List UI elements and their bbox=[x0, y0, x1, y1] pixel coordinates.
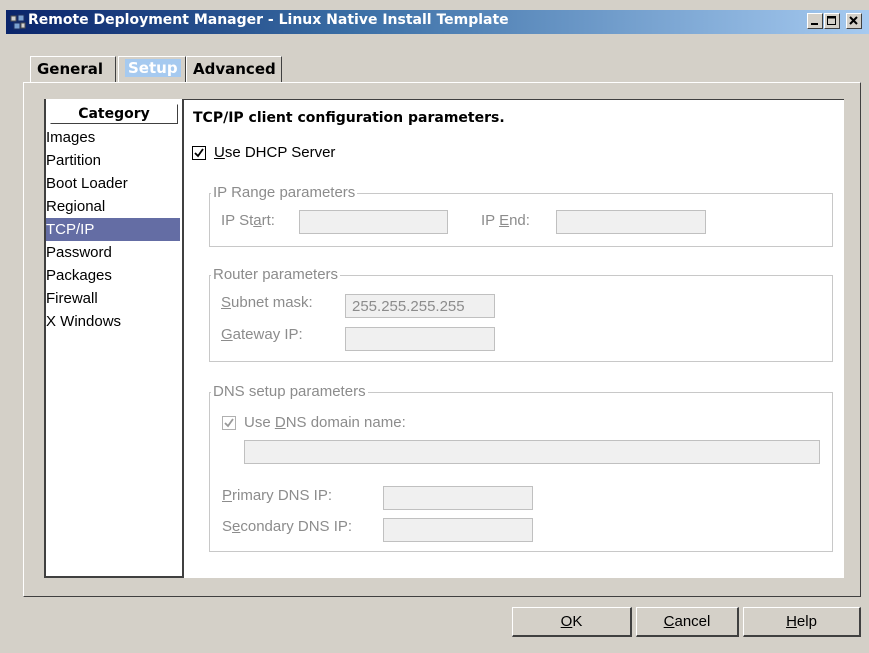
title-bar[interactable]: Remote Deployment Manager - Linux Native… bbox=[6, 10, 869, 34]
category-item-tcpip[interactable]: TCP/IP bbox=[46, 218, 180, 241]
primary-dns-input[interactable] bbox=[383, 486, 533, 510]
secondary-dns-label: Secondary DNS IP: bbox=[222, 518, 353, 535]
category-item-images[interactable]: Images bbox=[46, 126, 180, 149]
checkmark-icon bbox=[194, 148, 204, 158]
ip-end-label: IP End: bbox=[481, 212, 530, 229]
ip-end-input[interactable] bbox=[556, 210, 706, 234]
application-window: Remote Deployment Manager - Linux Native… bbox=[0, 0, 869, 653]
window-title: Remote Deployment Manager - Linux Native… bbox=[28, 12, 509, 28]
dns-title: DNS setup parameters bbox=[211, 383, 368, 400]
close-button[interactable] bbox=[846, 13, 862, 29]
tab-setup-label: Setup bbox=[125, 59, 181, 77]
dns-domain-input[interactable] bbox=[244, 440, 820, 464]
tab-general[interactable]: General bbox=[30, 56, 116, 82]
use-dhcp-checkbox[interactable] bbox=[192, 146, 206, 160]
tab-setup[interactable]: Setup bbox=[118, 56, 186, 82]
divider bbox=[184, 99, 844, 100]
tab-general-label: General bbox=[37, 60, 103, 78]
category-item-partition[interactable]: Partition bbox=[46, 149, 180, 172]
help-button[interactable]: Help bbox=[743, 607, 861, 637]
checkmark-icon bbox=[224, 418, 234, 428]
category-item-boot-loader[interactable]: Boot Loader bbox=[46, 172, 180, 195]
ip-start-input[interactable] bbox=[299, 210, 448, 234]
cancel-button[interactable]: Cancel bbox=[636, 607, 739, 637]
use-dns-domain-label[interactable]: Use DNS domain name: bbox=[244, 414, 406, 431]
router-title: Router parameters bbox=[211, 266, 341, 283]
use-dns-domain-checkbox[interactable] bbox=[222, 416, 236, 430]
category-item-x-windows[interactable]: X Windows bbox=[46, 310, 180, 333]
subnet-mask-input[interactable]: 255.255.255.255 bbox=[345, 294, 495, 318]
minimize-button[interactable] bbox=[807, 13, 823, 29]
router-group bbox=[209, 275, 833, 362]
section-heading: TCP/IP client configuration parameters. bbox=[193, 110, 505, 126]
app-icon bbox=[10, 14, 26, 30]
tab-advanced[interactable]: Advanced bbox=[186, 56, 282, 82]
ip-range-title: IP Range parameters bbox=[211, 184, 358, 201]
subnet-mask-label: Subnet mask: bbox=[221, 294, 313, 311]
gateway-ip-input[interactable] bbox=[345, 327, 495, 351]
tab-advanced-label: Advanced bbox=[193, 60, 276, 78]
category-item-password[interactable]: Password bbox=[46, 241, 180, 264]
ip-start-label: IP Start: bbox=[221, 212, 275, 229]
category-header: Category bbox=[50, 104, 178, 124]
category-item-packages[interactable]: Packages bbox=[46, 264, 180, 287]
maximize-button[interactable] bbox=[824, 13, 840, 29]
primary-dns-label: Primary DNS IP: bbox=[222, 487, 333, 504]
category-item-firewall[interactable]: Firewall bbox=[46, 287, 180, 310]
gateway-ip-label: Gateway IP: bbox=[221, 326, 303, 343]
ok-button[interactable]: OK bbox=[512, 607, 632, 637]
category-item-regional[interactable]: Regional bbox=[46, 195, 180, 218]
use-dhcp-label[interactable]: Use DHCP Server bbox=[214, 144, 335, 161]
secondary-dns-input[interactable] bbox=[383, 518, 533, 542]
